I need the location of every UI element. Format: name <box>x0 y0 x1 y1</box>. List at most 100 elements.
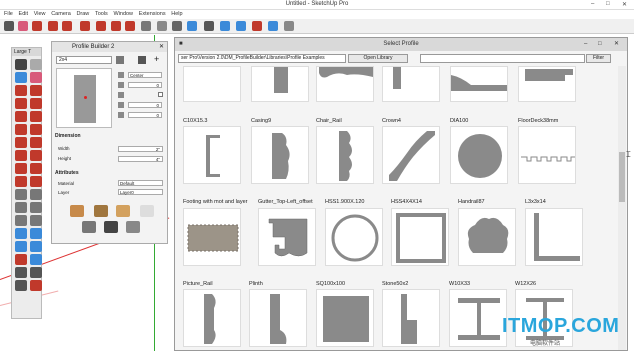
walk-tool-icon[interactable] <box>15 280 27 291</box>
menu-file[interactable]: File <box>4 10 13 19</box>
menu-tools[interactable]: Tools <box>95 10 108 19</box>
circle-tool-icon[interactable] <box>15 111 27 122</box>
warehouse-icon[interactable] <box>268 21 278 31</box>
pan-tool-icon[interactable] <box>30 228 42 239</box>
profile-thumb-stone50[interactable] <box>382 289 440 347</box>
dialog-close-icon[interactable]: ✕ <box>614 38 619 51</box>
align-select[interactable]: Center <box>128 72 162 78</box>
zoom-tool-icon[interactable] <box>15 241 27 252</box>
profile-thumb-floordeck[interactable] <box>518 126 576 184</box>
profile-name-input[interactable]: 2x4 <box>56 56 112 64</box>
orbit-icon[interactable] <box>204 21 214 31</box>
select-tool-icon[interactable] <box>15 59 27 70</box>
layer-select[interactable]: Layer0 <box>118 189 163 195</box>
profile-thumb-casing9[interactable] <box>251 126 309 184</box>
scale-tool-icon[interactable] <box>15 176 27 187</box>
minimize-icon[interactable]: – <box>591 1 594 7</box>
profile-thumb-w10x33[interactable] <box>449 289 507 347</box>
select-icon[interactable] <box>4 21 14 31</box>
paint-profile-icon[interactable] <box>104 221 118 233</box>
zoom-extents-icon[interactable] <box>252 21 262 31</box>
menu-edit[interactable]: Edit <box>19 10 28 19</box>
checkbox[interactable] <box>158 92 163 97</box>
zoom-window-tool-icon[interactable] <box>30 241 42 252</box>
offset-field-3[interactable]: 0 <box>128 112 162 118</box>
line-tool-icon[interactable] <box>15 85 27 96</box>
scale-icon[interactable] <box>125 21 135 31</box>
extension-icon[interactable] <box>284 21 294 31</box>
build-along-path-icon[interactable] <box>70 205 84 217</box>
save-icon[interactable] <box>138 56 146 64</box>
filter-button[interactable]: Filter <box>586 54 611 63</box>
menu-camera[interactable]: Camera <box>51 10 71 19</box>
profile-thumb-chair-rail[interactable] <box>316 126 374 184</box>
pan-icon[interactable] <box>220 21 230 31</box>
rotate-tool-icon[interactable] <box>15 163 27 174</box>
profile-thumb-crown4[interactable] <box>382 126 440 184</box>
shape-icon[interactable] <box>62 21 72 31</box>
rectangle-tool-icon[interactable] <box>15 98 27 109</box>
profile-thumb-c10x15[interactable] <box>183 126 241 184</box>
offset-field-2[interactable]: 0 <box>128 102 162 108</box>
tape-icon[interactable] <box>157 21 167 31</box>
move-tool-icon[interactable] <box>15 150 27 161</box>
menu-help[interactable]: Help <box>171 10 182 19</box>
menu-draw[interactable]: Draw <box>76 10 89 19</box>
profile-thumb-picture-rail[interactable] <box>183 289 241 347</box>
pie-tool-icon[interactable] <box>15 137 27 148</box>
protractor-tool-icon[interactable] <box>15 202 27 213</box>
profile-thumb-top-5[interactable] <box>450 66 508 102</box>
profile-thumb-top-2[interactable] <box>251 66 309 102</box>
profile-thumb-top-1[interactable] <box>183 66 241 102</box>
text-icon[interactable] <box>172 21 182 31</box>
rotate-icon[interactable] <box>111 21 121 31</box>
section-plane-tool-icon[interactable] <box>30 280 42 291</box>
modify-icon[interactable] <box>82 221 96 233</box>
profile-thumb-top-3[interactable] <box>316 66 374 102</box>
assembly-icon[interactable] <box>140 205 154 217</box>
push-pull-icon[interactable] <box>80 21 90 31</box>
profile-thumb-hss4x4[interactable] <box>391 208 449 266</box>
rotated-rect-tool-icon[interactable] <box>30 98 42 109</box>
menu-extensions[interactable]: Extensions <box>139 10 166 19</box>
dialog-scrollbar[interactable] <box>618 66 626 350</box>
filter-input[interactable] <box>420 54 585 63</box>
profile-thumb-top-6[interactable] <box>518 66 576 102</box>
profile-thumb-gutter[interactable] <box>258 208 316 266</box>
maximize-icon[interactable]: □ <box>606 1 610 7</box>
scrollbar-thumb[interactable] <box>619 152 625 202</box>
close-icon[interactable]: ✕ <box>622 1 627 8</box>
freehand-tool-icon[interactable] <box>30 85 42 96</box>
zoom-icon[interactable] <box>236 21 246 31</box>
axes-tool-icon[interactable] <box>15 215 27 226</box>
follow-me-tool-icon[interactable] <box>30 163 42 174</box>
tape-tool-icon[interactable] <box>15 189 27 200</box>
dimension-tool-icon[interactable] <box>30 189 42 200</box>
offset-icon[interactable] <box>141 21 151 31</box>
position-camera-tool-icon[interactable] <box>15 267 27 278</box>
arc-tool-icon[interactable] <box>15 124 27 135</box>
profile-thumb-footing[interactable] <box>183 208 241 266</box>
zoom-extents-tool-icon[interactable] <box>15 254 27 265</box>
build-by-edges-icon[interactable] <box>94 205 108 217</box>
3d-text-tool-icon[interactable] <box>30 215 42 226</box>
paint-icon[interactable] <box>187 21 197 31</box>
eraser-tool-icon[interactable] <box>30 72 42 83</box>
dialog-minimize-icon[interactable]: – <box>584 38 587 51</box>
material-select[interactable]: Default <box>118 180 163 186</box>
profile-thumb-dia100[interactable] <box>450 126 508 184</box>
arc-icon[interactable] <box>48 21 58 31</box>
add-icon[interactable]: + <box>154 54 159 64</box>
profile-builder-close-icon[interactable]: ✕ <box>159 42 164 52</box>
profile-thumb-plinth[interactable] <box>249 289 307 347</box>
look-around-tool-icon[interactable] <box>30 267 42 278</box>
build-by-face-icon[interactable] <box>116 205 130 217</box>
eraser-icon[interactable] <box>18 21 28 31</box>
paint-tool-icon[interactable] <box>15 72 27 83</box>
orbit-tool-icon[interactable] <box>15 228 27 239</box>
profile-thumb-sq100[interactable] <box>316 289 374 347</box>
offset-field-1[interactable]: 0 <box>128 82 162 88</box>
width-field[interactable]: 2" <box>118 146 163 152</box>
height-field[interactable]: 4" <box>118 156 163 162</box>
profile-thumb-hss1900[interactable] <box>325 208 383 266</box>
